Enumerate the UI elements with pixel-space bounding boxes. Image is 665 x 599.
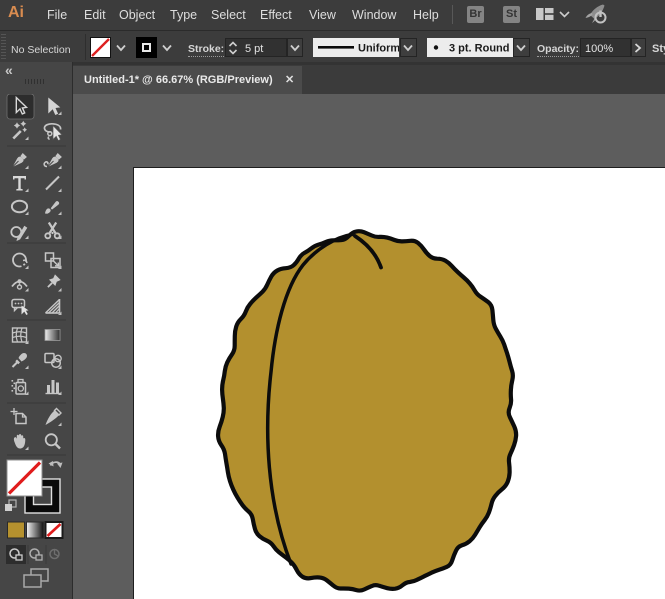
svg-text:Uniform: Uniform (358, 43, 399, 55)
svg-text:3 pt. Round: 3 pt. Round (449, 43, 510, 55)
